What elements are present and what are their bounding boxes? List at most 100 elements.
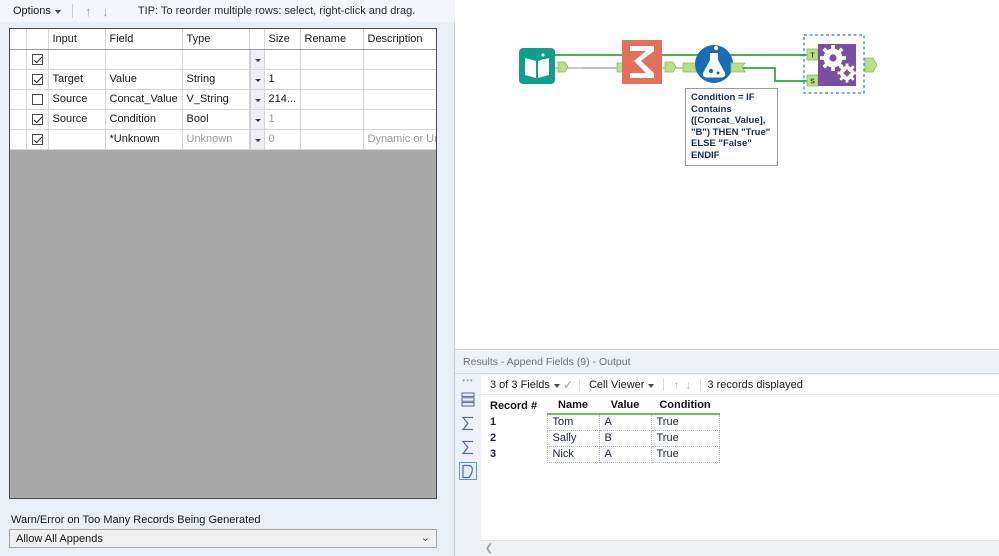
summary-sigma-icon[interactable] <box>459 414 477 432</box>
cell-field[interactable]: *Unknown <box>105 129 183 150</box>
field-grid-row[interactable]: Target Value String 1 <box>10 69 436 90</box>
viewer-selector[interactable]: Cell Viewer <box>586 378 657 392</box>
cell-rename[interactable] <box>300 49 364 70</box>
results-cell-value[interactable]: A <box>599 414 652 431</box>
cell-type[interactable]: String <box>182 49 250 70</box>
row-checkbox-cell[interactable] <box>26 69 49 90</box>
cell-input[interactable]: Target <box>48 69 106 90</box>
cell-size[interactable]: 5 <box>264 49 301 70</box>
field-grid-row[interactable]: Source Concat_Value V_String 214... <box>10 89 436 110</box>
cell-input[interactable]: Source <box>48 109 106 130</box>
prev-record-button[interactable]: ↑ <box>670 379 682 391</box>
results-cell-value[interactable]: A <box>599 446 652 463</box>
results-cell-condition[interactable]: True <box>651 430 720 447</box>
text-input-tool[interactable] <box>519 48 569 84</box>
cell-rename[interactable] <box>300 129 364 150</box>
row-checkbox-cell[interactable] <box>26 89 49 110</box>
field-grid-row[interactable]: Source Condition Bool 1 <box>10 109 436 130</box>
col-input[interactable]: Input <box>48 29 106 50</box>
records-stack-icon[interactable] <box>459 390 477 408</box>
results-cell-name[interactable]: Nick <box>546 446 600 463</box>
next-record-button[interactable]: ↓ <box>682 379 694 391</box>
results-cell-condition[interactable]: True <box>651 414 720 431</box>
cell-input[interactable]: Source <box>48 89 106 110</box>
cell-field[interactable]: Condition <box>105 109 183 130</box>
row-checkbox-cell[interactable] <box>26 109 49 130</box>
col-rename[interactable]: Rename <box>300 29 364 50</box>
cell-rename[interactable] <box>300 109 364 130</box>
results-cell-value[interactable]: B <box>599 430 652 447</box>
cell-rename[interactable] <box>300 69 364 90</box>
col-description[interactable]: Description <box>363 29 436 50</box>
row-checkbox[interactable] <box>31 53 43 65</box>
cell-description[interactable] <box>363 89 436 110</box>
cell-type[interactable]: V_String <box>182 89 250 110</box>
scroll-left-icon[interactable]: ❮ <box>481 541 497 556</box>
row-checkbox[interactable] <box>31 93 43 105</box>
cell-description[interactable]: Dynamic or Unk... <box>363 129 436 150</box>
results-grid-row[interactable]: 2 Sally B True <box>485 430 720 447</box>
chevron-down-icon[interactable] <box>249 49 263 68</box>
results-col-value[interactable]: Value <box>599 397 651 415</box>
type-dropdown-cell[interactable] <box>249 89 265 110</box>
results-col-name[interactable]: Name <box>547 397 599 415</box>
fields-selector[interactable]: 3 of 3 Fields <box>487 378 563 392</box>
row-checkbox[interactable] <box>31 113 43 125</box>
field-grid-row[interactable]: *UnknownUnknown 0 Dynamic or Unk... <box>10 129 436 150</box>
col-field[interactable]: Field <box>105 29 183 50</box>
results-col-condition[interactable]: Condition <box>651 397 719 415</box>
summarize-tool[interactable] <box>616 40 677 84</box>
cell-type[interactable]: Bool <box>182 109 250 130</box>
append-output-anchor[interactable] <box>864 57 878 73</box>
results-grid-row[interactable]: 1 Tom A True <box>485 414 720 431</box>
append-fields-tool[interactable]: T S <box>803 34 878 94</box>
type-dropdown-cell[interactable] <box>249 109 265 130</box>
wire-formula-to-append-source[interactable] <box>738 67 809 82</box>
summarize-output-anchor[interactable] <box>664 61 677 73</box>
results-cell-condition[interactable]: True <box>651 446 720 463</box>
cell-description[interactable] <box>363 109 436 130</box>
cell-rename[interactable] <box>300 89 364 110</box>
formula-annotation[interactable]: Condition = IF Contains ([Concat_Value],… <box>685 88 778 166</box>
cell-description[interactable] <box>363 69 436 90</box>
results-cell-name[interactable]: Tom <box>546 414 600 431</box>
chevron-down-icon[interactable] <box>249 69 263 88</box>
type-dropdown-cell[interactable] <box>249 129 265 150</box>
type-dropdown-cell[interactable] <box>249 69 265 90</box>
cell-field[interactable]: Name <box>105 49 183 70</box>
rail-grip-icon[interactable]: ••• <box>462 377 473 385</box>
options-button[interactable]: Options <box>9 3 65 19</box>
output-d-icon[interactable] <box>459 462 477 480</box>
type-dropdown-cell[interactable] <box>249 49 265 70</box>
formula-input-anchor[interactable] <box>682 62 698 73</box>
cell-input[interactable] <box>48 129 106 150</box>
cell-size[interactable]: 0 <box>264 129 301 150</box>
chevron-down-icon[interactable] <box>249 109 263 128</box>
cell-field[interactable]: Concat_Value <box>105 89 183 110</box>
row-checkbox-cell[interactable] <box>26 129 49 150</box>
cell-description[interactable] <box>363 49 436 70</box>
formula-tool[interactable] <box>682 45 746 83</box>
chevron-down-icon[interactable] <box>249 129 263 148</box>
row-checkbox-cell[interactable] <box>26 49 49 70</box>
field-grid-row[interactable]: ▶ Target Name String 5 <box>10 49 436 70</box>
cell-type[interactable]: String <box>182 69 250 90</box>
move-down-button[interactable]: ↓ <box>97 3 114 20</box>
row-checkbox[interactable] <box>31 133 43 145</box>
workflow-canvas[interactable]: T S Condition = IF Contains ([Concat_Val… <box>455 0 999 350</box>
row-checkbox[interactable] <box>31 73 43 85</box>
cell-input[interactable]: Target <box>48 49 106 70</box>
append-mode-select[interactable]: Allow All Appends ⌄ <box>9 529 437 548</box>
col-size[interactable]: Size <box>264 29 301 50</box>
check-icon[interactable]: ✓ <box>563 379 573 391</box>
cell-size[interactable]: 1 <box>264 109 301 130</box>
results-horizontal-scrollbar[interactable]: ❮ <box>481 540 999 556</box>
cell-field[interactable]: Value <box>105 69 183 90</box>
summary-sigma-icon-2[interactable] <box>459 438 477 456</box>
cell-size[interactable]: 1 <box>264 69 301 90</box>
move-up-button[interactable]: ↑ <box>80 3 97 20</box>
chevron-down-icon[interactable] <box>249 89 263 108</box>
results-grid-row[interactable]: 3 Nick A True <box>485 446 720 463</box>
cell-type[interactable]: Unknown <box>182 129 250 150</box>
text-input-output-anchor[interactable] <box>557 61 569 73</box>
